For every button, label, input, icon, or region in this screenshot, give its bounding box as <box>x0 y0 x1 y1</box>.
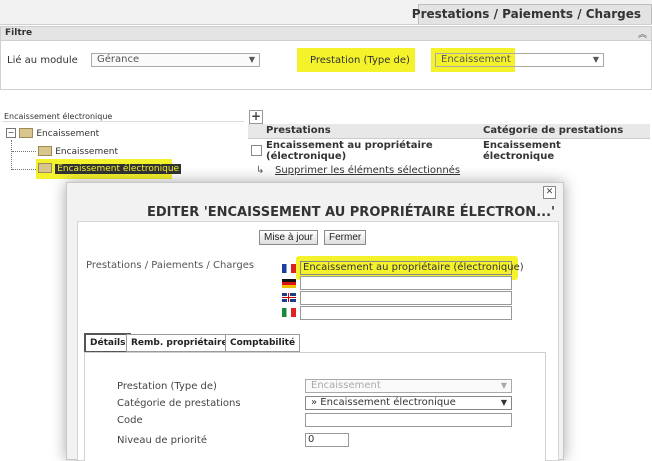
details-prestation-type-value: Encaissement <box>311 380 381 391</box>
list-header: Prestations Catégorie de prestations <box>248 124 650 139</box>
table-row[interactable]: Encaissement au propriétaire (électroniq… <box>248 139 650 165</box>
filter-header[interactable]: Filtre ︽ <box>1 27 651 41</box>
details-categorie-value: » Encaissement électronique <box>311 397 456 408</box>
lie-au-module-label: Lié au module <box>7 55 78 66</box>
tree-border <box>2 121 244 122</box>
tree-caption: Encaissement électronique <box>4 112 113 121</box>
folder-icon <box>38 163 52 173</box>
details-priorite-label: Niveau de priorité <box>117 435 207 446</box>
tree-item-label: Encaissement <box>55 147 118 157</box>
close-icon: ✕ <box>545 187 554 197</box>
row-categorie-line1: Encaissement <box>483 140 561 151</box>
close-button[interactable]: Fermer <box>324 230 367 245</box>
row-prestation-line1: Encaissement au propriétaire <box>266 140 433 151</box>
flag-gb-icon <box>282 293 296 302</box>
prestation-type-select[interactable]: Encaissement ▼ <box>435 53 604 67</box>
tree-item-encaissement[interactable]: Encaissement <box>38 146 118 157</box>
details-priorite-field[interactable]: 0 <box>305 433 349 447</box>
name-label: Prestations / Paiements / Charges <box>86 260 255 271</box>
flag-de-icon <box>282 279 296 288</box>
folder-open-icon <box>19 128 34 138</box>
collapse-icon[interactable]: − <box>6 128 16 138</box>
row-checkbox[interactable] <box>251 145 262 156</box>
folder-icon <box>38 146 52 156</box>
tab-remb-proprietaire[interactable]: Remb. propriétaire <box>126 334 233 352</box>
tree-connector-h1 <box>12 151 36 153</box>
tab-bar: Détails Remb. propriétaire Comptabilité <box>84 333 554 353</box>
flag-it-icon <box>282 308 296 317</box>
details-categorie-select[interactable]: » Encaissement électronique ▼ <box>305 396 512 410</box>
page-title: Prestations / Paiements / Charges <box>411 7 641 21</box>
tree-connector <box>11 140 13 170</box>
page-title-tab: Prestations / Paiements / Charges <box>412 4 652 24</box>
tab-comptabilite[interactable]: Comptabilité <box>225 334 301 352</box>
chevron-down-icon: ▼ <box>500 381 507 390</box>
details-prestation-type-label: Prestation (Type de) <box>117 381 217 392</box>
name-en-field[interactable] <box>300 291 512 305</box>
edit-dialog: ✕ EDITER 'ENCAISSEMENT AU PROPRIÉTAIRE É… <box>66 182 564 461</box>
details-code-label: Code <box>117 415 143 426</box>
update-button[interactable]: Mise à jour <box>259 230 318 245</box>
lie-au-module-select[interactable]: Gérance ▼ <box>91 53 260 67</box>
chevron-down-icon: ▼ <box>500 398 507 407</box>
details-categorie-label: Catégorie de prestations <box>117 398 241 409</box>
plus-icon: + <box>250 109 262 123</box>
tab-panel: Prestation (Type de) Encaissement ▼ Caté… <box>84 352 546 461</box>
row-categorie-line2: électronique <box>483 151 555 162</box>
tab-details[interactable]: Détails <box>84 333 132 353</box>
delete-selected-link[interactable]: Supprimer les éléments sélectionnés <box>275 165 460 176</box>
details-code-field[interactable] <box>305 413 512 427</box>
chevron-down-icon: ▼ <box>592 55 599 64</box>
details-priorite-value: 0 <box>308 434 315 445</box>
tree-connector-h2 <box>12 169 36 171</box>
tree-root-label: Encaissement <box>36 129 100 139</box>
name-fr-value: Encaissement au propriétaire (électroniq… <box>303 262 524 273</box>
filter-panel: Filtre ︽ Lié au module Gérance ▼ Prestat… <box>0 26 652 90</box>
tree-root-item[interactable]: − Encaissement <box>6 128 99 139</box>
filter-title: Filtre <box>5 28 33 38</box>
add-button[interactable]: + <box>249 110 263 124</box>
column-header-prestations[interactable]: Prestations <box>266 125 331 136</box>
lie-au-module-value: Gérance <box>97 54 140 65</box>
row-prestation-line2: (électronique) <box>266 151 347 162</box>
return-arrow-icon: ↳ <box>256 165 265 176</box>
column-header-categorie[interactable]: Catégorie de prestations <box>483 125 623 136</box>
chevron-down-icon: ▼ <box>248 55 255 64</box>
name-it-field[interactable] <box>300 306 512 320</box>
close-dialog-button[interactable]: ✕ <box>543 186 556 199</box>
prestation-type-label: Prestation (Type de) <box>310 55 410 66</box>
prestation-type-value: Encaissement <box>441 54 511 65</box>
dialog-body: Mise à jour Fermer Prestations / Paiemen… <box>77 221 559 461</box>
double-chevron-up-icon[interactable]: ︽ <box>638 27 647 40</box>
name-de-field[interactable] <box>300 276 512 290</box>
flag-fr-icon <box>282 264 296 273</box>
name-fr-field[interactable]: Encaissement au propriétaire (électroniq… <box>300 261 524 275</box>
tree-item-encaissement-electronique[interactable]: Encaissement électronique <box>38 163 182 174</box>
dialog-title: EDITER 'ENCAISSEMENT AU PROPRIÉTAIRE ÉLE… <box>146 205 555 220</box>
tree-item-label: Encaissement électronique <box>55 164 182 174</box>
details-prestation-type-select[interactable]: Encaissement ▼ <box>305 379 512 393</box>
